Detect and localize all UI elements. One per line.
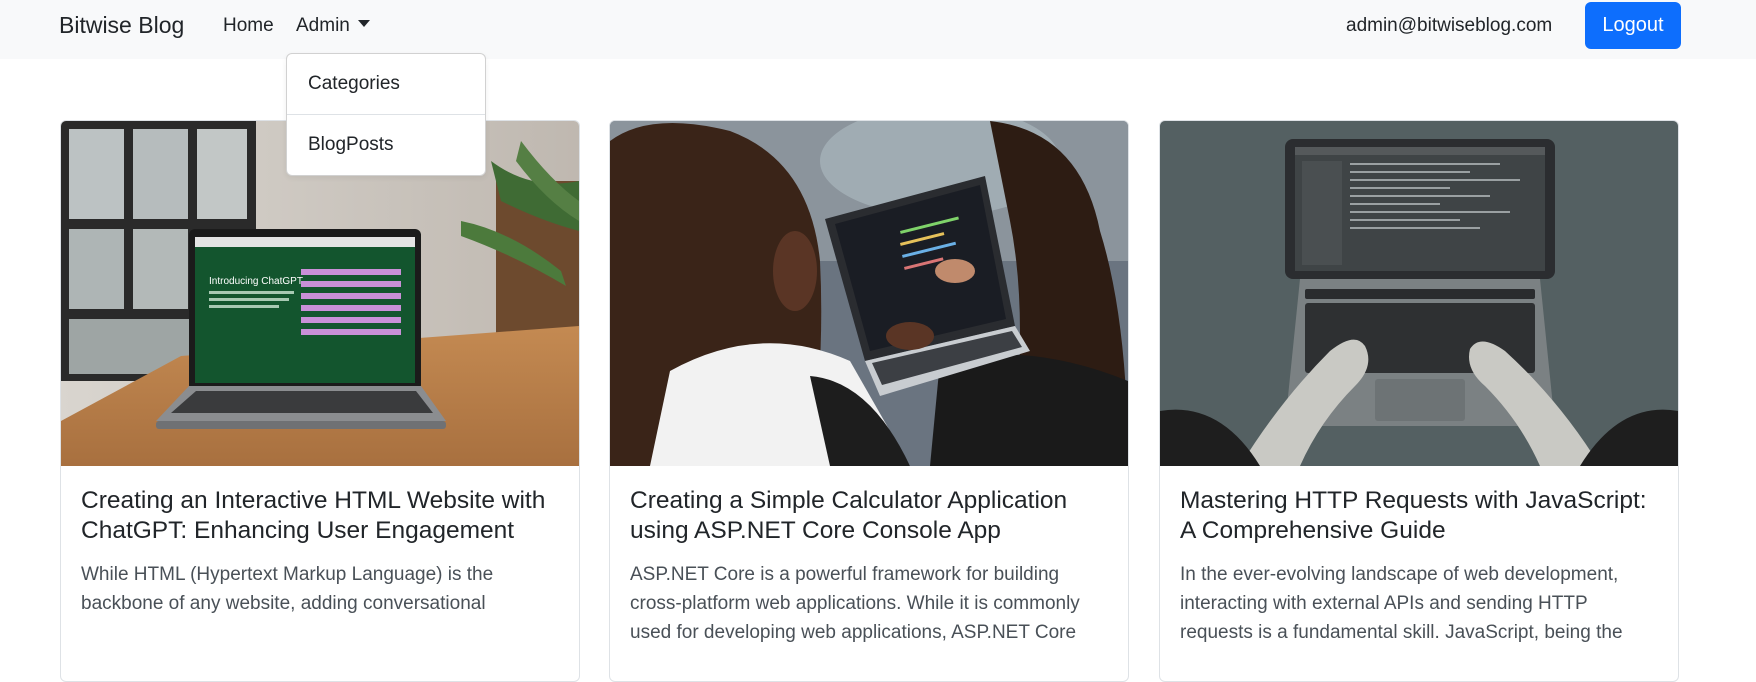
dropdown-item-blogposts[interactable]: BlogPosts — [287, 115, 485, 175]
brand-link[interactable]: Bitwise Blog — [59, 12, 184, 39]
post-excerpt: While HTML (Hypertext Markup Language) i… — [81, 564, 494, 614]
post-title[interactable]: Creating an Interactive HTML Website wit… — [81, 486, 561, 546]
post-excerpt: In the ever-evolving landscape of web de… — [1180, 564, 1623, 643]
dropdown-item-categories[interactable]: Categories — [287, 54, 485, 114]
caret-down-icon — [357, 20, 370, 28]
post-title[interactable]: Creating a Simple Calculator Application… — [630, 486, 1110, 546]
card-body: Mastering HTTP Requests with JavaScript:… — [1180, 486, 1660, 647]
user-email: admin@bitwiseblog.com — [1346, 15, 1553, 36]
nav-admin-dropdown-toggle[interactable]: Admin — [296, 15, 370, 37]
nav-admin-label: Admin — [296, 15, 350, 36]
admin-dropdown-menu: Categories BlogPosts — [286, 53, 486, 176]
top-navbar: Bitwise Blog Home Admin admin@bitwiseblo… — [0, 0, 1756, 59]
nav-home-link[interactable]: Home — [223, 15, 274, 37]
card-body: Creating an Interactive HTML Website wit… — [81, 486, 561, 618]
post-image-caption: Introducing ChatGPT — [209, 276, 303, 287]
post-image-hands-typing-laptop — [1160, 121, 1678, 466]
post-image-two-people-laptop — [610, 121, 1128, 466]
card-body: Creating a Simple Calculator Application… — [630, 486, 1110, 647]
blog-post-card: Introducing ChatGPT Creating an Interact… — [60, 120, 580, 682]
blog-post-card: Creating a Simple Calculator Application… — [609, 120, 1129, 682]
post-title[interactable]: Mastering HTTP Requests with JavaScript:… — [1180, 486, 1660, 546]
blog-post-card: Mastering HTTP Requests with JavaScript:… — [1159, 120, 1679, 682]
logout-button[interactable]: Logout — [1585, 2, 1681, 49]
post-excerpt: ASP.NET Core is a powerful framework for… — [630, 564, 1080, 643]
